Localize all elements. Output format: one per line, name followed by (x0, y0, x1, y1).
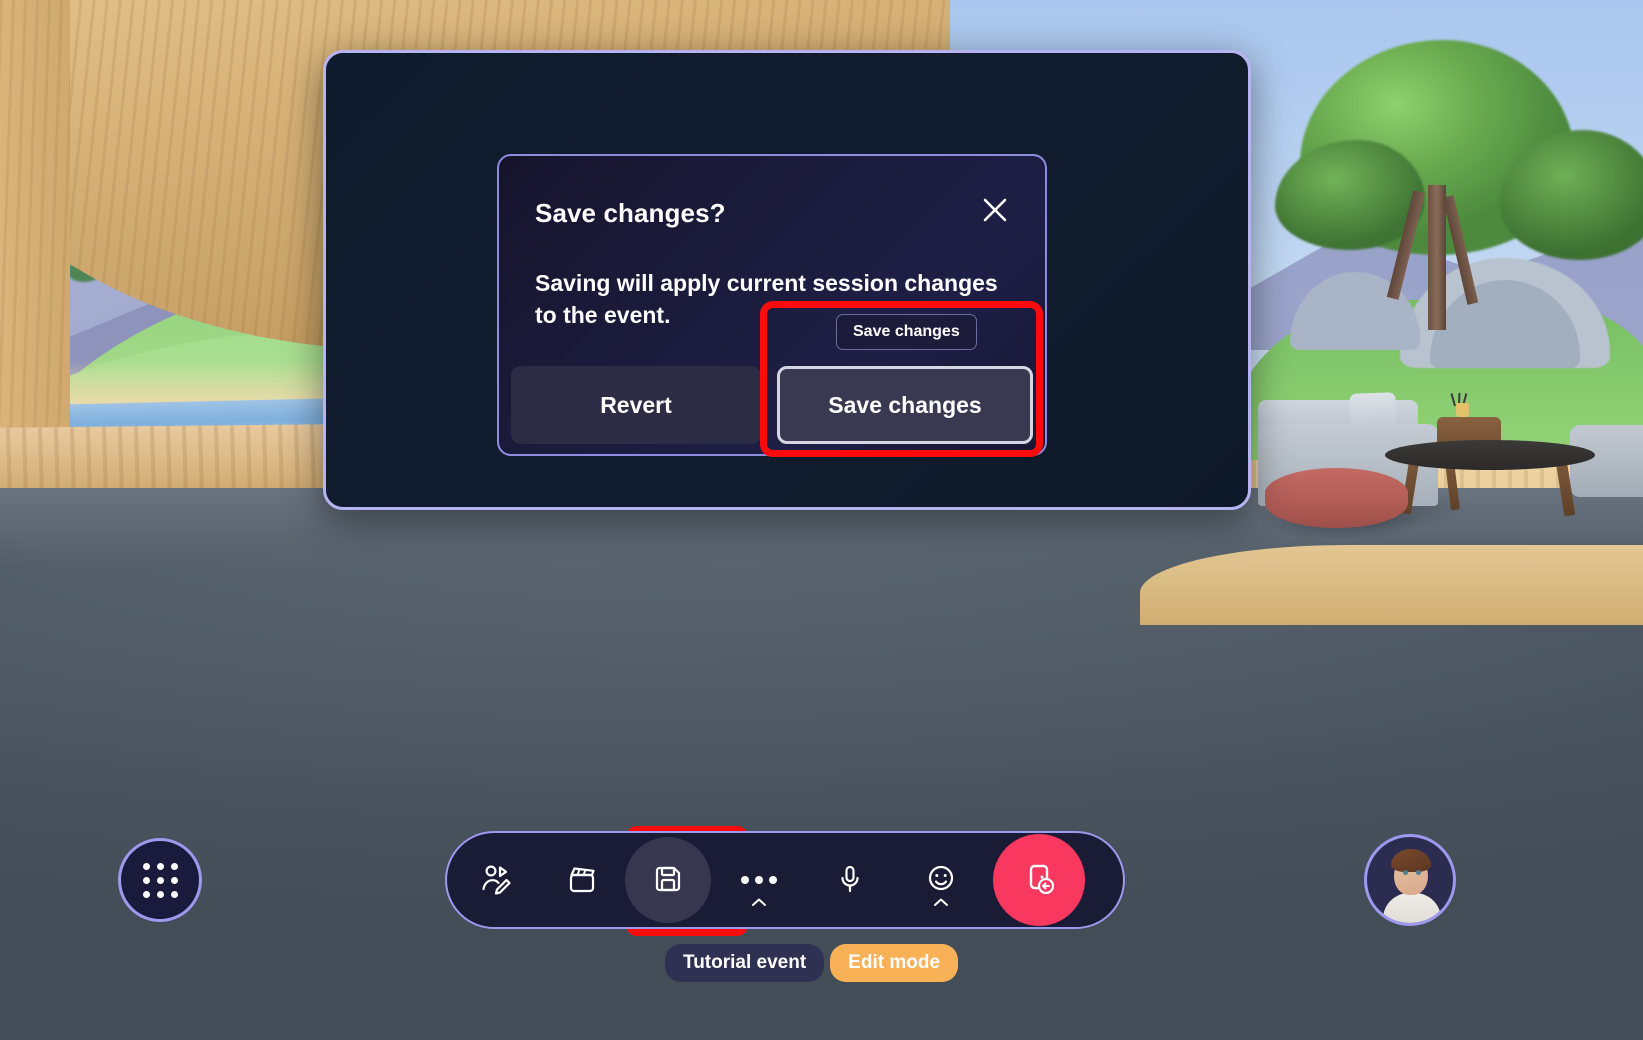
save-changes-dialog: Save changes? Saving will apply current … (497, 154, 1047, 456)
ottoman (1265, 468, 1408, 528)
leave-button[interactable] (993, 834, 1085, 926)
close-icon[interactable] (973, 188, 1017, 232)
floppy-disk-save-icon (652, 863, 684, 898)
dialog-title: Save changes? (535, 198, 726, 228)
save-changes-tooltip: Save changes (836, 314, 977, 350)
revert-button[interactable]: Revert (511, 366, 761, 444)
clapperboard-icon (566, 863, 598, 898)
microphone-icon (834, 863, 866, 898)
user-avatar[interactable] (1364, 834, 1456, 926)
dialog-actions: Revert Save changes (511, 366, 1033, 444)
pen-cup (1456, 403, 1469, 417)
wooden-deck-floor (1140, 545, 1643, 625)
media-clapperboard-button[interactable] (539, 837, 625, 923)
avatar-body (1383, 893, 1441, 923)
smiley-face-icon (925, 863, 957, 898)
screen: Save changes? Saving will apply current … (0, 0, 1643, 1040)
chevron-up-icon (933, 895, 949, 909)
edit-mode-chip: Edit mode (830, 944, 959, 982)
bottom-toolbar (445, 831, 1125, 929)
ellipsis-icon (741, 876, 777, 884)
reactions-button[interactable] (893, 837, 989, 923)
grid-nine-dots-icon (142, 862, 178, 898)
app-launcher-button[interactable] (118, 838, 202, 922)
coffee-table (1385, 440, 1595, 470)
avatar-pencil-icon (479, 862, 513, 899)
tree-trunk (1428, 185, 1446, 330)
more-options-button[interactable] (711, 837, 807, 923)
event-name-chip: Tutorial event (665, 944, 825, 982)
save-changes-button[interactable]: Save changes (777, 366, 1033, 444)
chevron-up-icon (751, 895, 767, 909)
status-chips: Tutorial event Edit mode (665, 944, 959, 982)
avatar-eye-right (1416, 870, 1421, 875)
avatar-eye-left (1403, 870, 1408, 875)
avatar-hair (1391, 849, 1431, 872)
sofa-cushion (1349, 392, 1397, 428)
microphone-button[interactable] (807, 837, 893, 923)
save-button[interactable] (625, 837, 711, 923)
leave-door-icon (1022, 862, 1056, 899)
customize-avatar-button[interactable] (453, 837, 539, 923)
